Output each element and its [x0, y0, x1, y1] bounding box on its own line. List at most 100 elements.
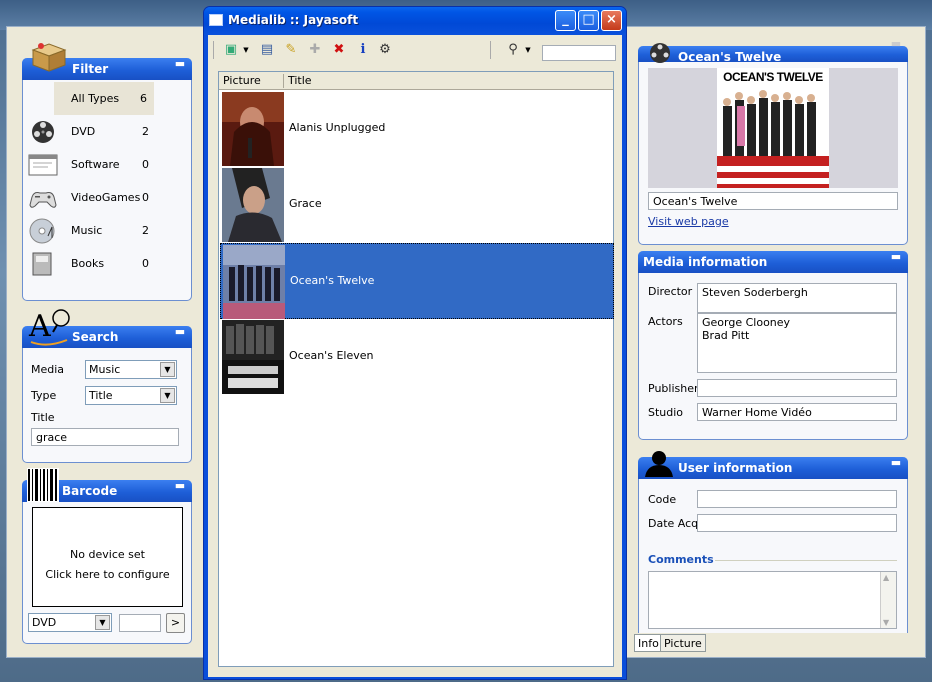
- gamepad-icon: [28, 185, 58, 211]
- user-information-pane: User information ▬ Code Date Acq Comment…: [638, 451, 908, 633]
- publisher-field[interactable]: [697, 379, 897, 397]
- search-pane-title: Search: [72, 330, 119, 344]
- close-button[interactable]: ×: [601, 10, 622, 31]
- filter-item-count: 0: [142, 158, 149, 171]
- filter-item-all-types[interactable]: All Types 6: [54, 82, 154, 115]
- date-acquired-field[interactable]: [697, 514, 897, 532]
- column-header-title[interactable]: Title: [288, 74, 312, 87]
- code-label: Code: [648, 493, 677, 506]
- maximize-button[interactable]: □: [578, 10, 599, 31]
- tab-picture[interactable]: Picture: [660, 634, 706, 652]
- filter-item-software[interactable]: Software 0: [26, 148, 154, 181]
- filter-item-label: DVD: [71, 125, 96, 138]
- column-header-picture[interactable]: Picture: [223, 74, 261, 87]
- device-select[interactable]: DVD ▼: [28, 613, 112, 632]
- scroll-up-icon[interactable]: ▲: [883, 573, 889, 582]
- filter-item-videogames[interactable]: VideoGames 0: [26, 181, 154, 214]
- new-item-icon[interactable]: ▣: [222, 41, 240, 59]
- software-window-icon: [28, 152, 58, 178]
- configure-link[interactable]: Click here to configure: [33, 568, 182, 581]
- barcode-input[interactable]: [119, 614, 161, 632]
- filter-item-count: 0: [142, 191, 149, 204]
- title-label: Title: [31, 411, 55, 424]
- quick-search-input[interactable]: [542, 45, 616, 61]
- title-bar[interactable]: Medialib :: Jayasoft _ □ ×: [204, 7, 626, 35]
- film-reel-icon: [28, 119, 58, 145]
- list-row-selected[interactable]: Ocean's Twelve: [220, 243, 614, 319]
- app-icon: [209, 14, 223, 26]
- chevron-down-icon[interactable]: ▼: [160, 362, 175, 377]
- column-separator[interactable]: [283, 74, 284, 88]
- collapse-icon[interactable]: ▬: [890, 251, 902, 265]
- comments-textarea[interactable]: ▲ ▼: [648, 571, 897, 629]
- filter-pane-title: Filter: [72, 62, 109, 76]
- collapse-icon[interactable]: ▬: [890, 38, 902, 52]
- media-information-title: Media information: [643, 255, 768, 269]
- main-client-area: ▣ ▼ ▤ ✎ ✚ ✖ i ⚙ ⚲ ▼ Picture Title Alanis…: [208, 35, 622, 677]
- user-information-header[interactable]: User information ▬: [638, 457, 908, 479]
- studio-field[interactable]: Warner Home Vidéo: [697, 403, 897, 421]
- media-information-pane: Media information ▬ Director Steven Sode…: [638, 251, 908, 440]
- filter-item-count: 2: [142, 224, 149, 237]
- new-dropdown-chevron-icon[interactable]: ▼: [242, 41, 250, 59]
- item-name-value: Ocean's Twelve: [653, 195, 738, 208]
- comments-divider: [715, 560, 897, 561]
- movie-cover-thumbnail: [223, 245, 285, 319]
- barcode-go-button[interactable]: >: [166, 613, 185, 633]
- album-cover-thumbnail: [222, 168, 284, 242]
- barcode-pane-title: Barcode: [62, 484, 118, 498]
- visit-web-page-link[interactable]: Visit web page: [648, 215, 729, 228]
- save-icon[interactable]: ▤: [258, 41, 276, 59]
- list-header: Picture Title: [219, 72, 613, 90]
- filter-item-music[interactable]: Music 2: [26, 214, 154, 247]
- title-search-input[interactable]: grace: [31, 428, 179, 446]
- search-dropdown-chevron-icon[interactable]: ▼: [524, 41, 532, 59]
- barcode-device-panel[interactable]: No device set Click here to configure: [32, 507, 183, 607]
- collapse-icon[interactable]: ▬: [174, 58, 186, 72]
- minimize-button[interactable]: _: [555, 10, 576, 31]
- filter-item-books[interactable]: Books 0: [26, 247, 154, 280]
- filter-item-dvd[interactable]: DVD 2: [26, 115, 154, 148]
- main-window: Medialib :: Jayasoft _ □ × ▣ ▼ ▤ ✎ ✚ ✖ i…: [203, 6, 627, 680]
- filter-item-count: 2: [142, 125, 149, 138]
- window-title: Medialib :: Jayasoft: [228, 13, 359, 27]
- delete-icon[interactable]: ✖: [330, 41, 348, 59]
- list-row[interactable]: Alanis Unplugged: [220, 91, 614, 167]
- chevron-down-icon[interactable]: ▼: [160, 388, 175, 403]
- toolbar: ▣ ▼ ▤ ✎ ✚ ✖ i ⚙ ⚲ ▼: [208, 35, 622, 65]
- type-select[interactable]: Title ▼: [85, 386, 177, 405]
- collapse-icon[interactable]: ▬: [174, 326, 186, 340]
- studio-value: Warner Home Vidéo: [702, 406, 812, 419]
- tab-info[interactable]: Info: [634, 634, 663, 652]
- actors-field[interactable]: George Clooney Brad Pitt: [697, 313, 897, 373]
- info-icon[interactable]: i: [354, 41, 372, 59]
- item-name-field[interactable]: Ocean's Twelve: [648, 192, 898, 210]
- list-row[interactable]: Ocean's Eleven: [220, 319, 614, 395]
- media-list: Picture Title Alanis Unplugged Grace Oce…: [218, 71, 614, 667]
- film-reel-icon: [647, 42, 673, 64]
- collapse-icon[interactable]: ▬: [174, 480, 186, 494]
- add-icon[interactable]: ✚: [306, 41, 324, 59]
- code-field[interactable]: [697, 490, 897, 508]
- type-label: Type: [31, 389, 57, 402]
- list-row[interactable]: Grace: [220, 167, 614, 243]
- toolbar-separator: [490, 41, 492, 59]
- poster-title-text: OCEAN'S TWELVE: [723, 70, 823, 84]
- scrollbar[interactable]: ▲ ▼: [880, 572, 896, 628]
- edit-icon[interactable]: ✎: [282, 41, 300, 59]
- director-field[interactable]: Steven Soderbergh: [697, 283, 897, 313]
- user-information-title: User information: [678, 461, 793, 475]
- media-information-header[interactable]: Media information ▬: [638, 251, 908, 273]
- no-device-text: No device set: [70, 548, 145, 561]
- filter-item-label: Music: [71, 224, 103, 237]
- publisher-label: Publisher: [648, 382, 699, 395]
- director-value: Steven Soderbergh: [702, 286, 808, 299]
- device-select-value: DVD: [32, 616, 57, 629]
- preview-pane-header[interactable]: Ocean's Twelve ▬: [638, 38, 908, 64]
- collapse-icon[interactable]: ▬: [890, 457, 902, 471]
- chevron-down-icon[interactable]: ▼: [95, 615, 110, 630]
- search-icon[interactable]: ⚲: [504, 41, 522, 59]
- media-select[interactable]: Music ▼: [85, 360, 177, 379]
- scroll-down-icon[interactable]: ▼: [883, 618, 889, 627]
- settings-gear-icon[interactable]: ⚙: [376, 41, 394, 59]
